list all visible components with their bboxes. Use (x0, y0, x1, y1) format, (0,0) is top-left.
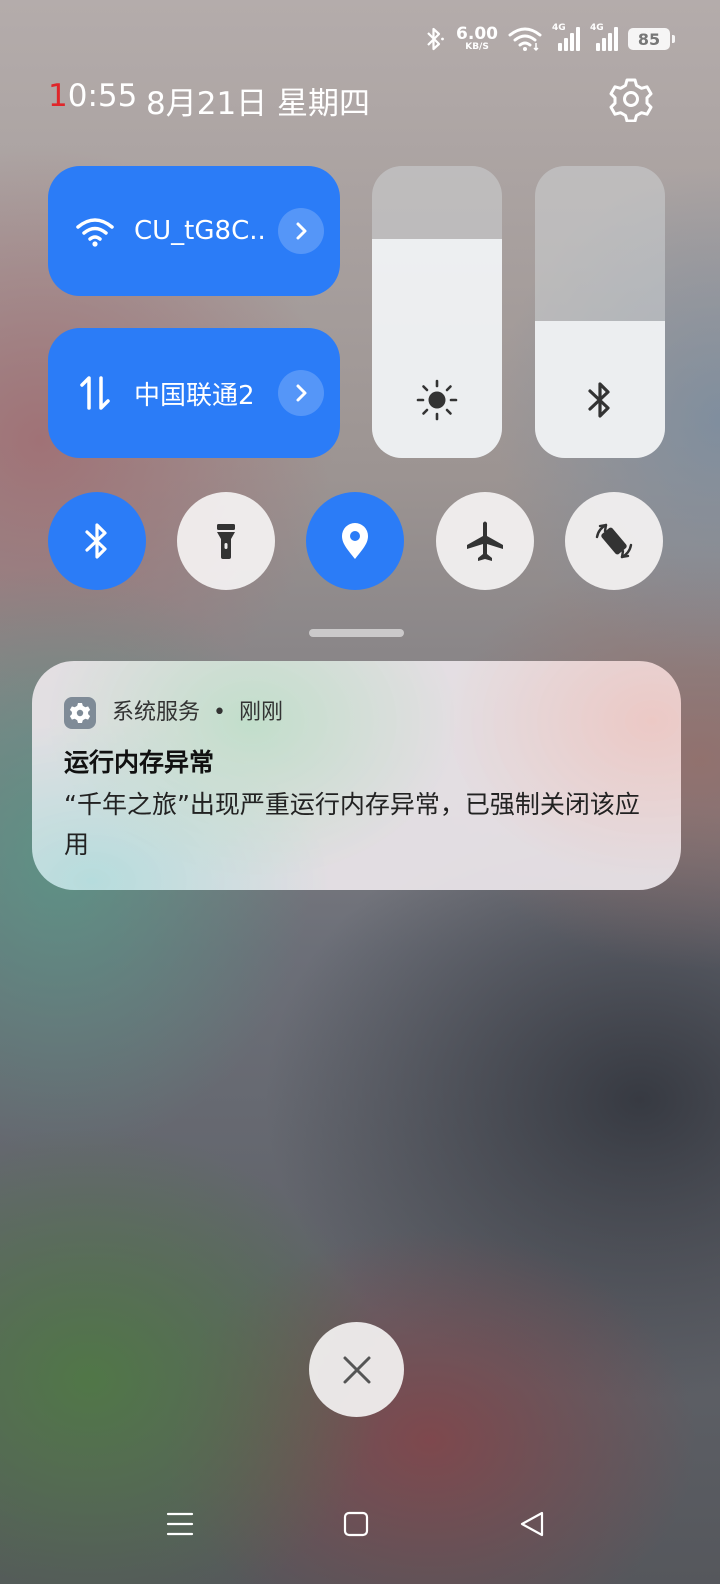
flashlight-icon (217, 524, 235, 559)
home-square-icon (343, 1511, 369, 1537)
airplane-icon (467, 521, 503, 561)
brightness-slider[interactable] (372, 166, 502, 458)
mobile-data-icon (80, 376, 110, 410)
chevron-right-icon (296, 384, 307, 402)
clock-first-digit: 1 (48, 78, 68, 114)
notification-separator: • (213, 700, 226, 725)
gear-icon (69, 703, 91, 723)
close-icon (343, 1356, 370, 1383)
brightness-slider-fill (372, 239, 502, 458)
nav-back-button[interactable] (510, 1502, 554, 1546)
bluetooth-toggle[interactable] (48, 492, 146, 590)
clear-notifications-button[interactable] (309, 1322, 404, 1417)
bluetooth-icon (85, 523, 107, 559)
location-pin-icon (342, 523, 368, 559)
rotate-icon (595, 523, 633, 559)
wifi-network-name: CU_tG8C.. (134, 216, 266, 246)
bluetooth-status-icon (427, 27, 444, 51)
notification-time: 刚刚 (239, 700, 284, 725)
network-speed-unit: KB/S (465, 42, 489, 52)
notification-body: “千年之旅”出现严重运行内存异常，已强制关闭该应用 (64, 790, 640, 859)
location-toggle[interactable] (306, 492, 404, 590)
bluetooth-icon (588, 382, 610, 418)
status-bar: 6.00 KB/S 4G 4G 85 (422, 22, 675, 56)
sim2-network-type: 4G (590, 23, 604, 33)
notification-meta: 系统服务 • 刚刚 (112, 697, 283, 729)
brightness-icon (416, 379, 458, 421)
mobile-carrier-name: 中国联通2 (134, 380, 255, 411)
settings-gear-icon[interactable] (608, 76, 654, 122)
signal-strength-sim2-icon: 4G (590, 23, 618, 51)
notification-title: 运行内存异常 (64, 748, 215, 777)
notification-card[interactable]: 系统服务 • 刚刚 运行内存异常 “千年之旅”出现严重运行内存异常，已强制关闭该… (32, 661, 681, 890)
wifi-icon (76, 218, 114, 247)
nav-menu-button[interactable] (158, 1502, 202, 1546)
network-speed: 6.00 KB/S (456, 26, 498, 52)
wifi-details-button[interactable] (278, 208, 324, 254)
wifi-tile[interactable]: CU_tG8C.. (48, 166, 340, 296)
system-service-app-icon (64, 697, 96, 729)
nav-home-button[interactable] (334, 1502, 378, 1546)
mobile-data-tile[interactable]: 中国联通2 (48, 328, 340, 458)
auto-rotate-toggle[interactable] (565, 492, 663, 590)
clock-rest: 0:55 (67, 78, 138, 114)
signal-strength-sim1-icon: 4G (552, 23, 580, 51)
menu-icon (166, 1512, 194, 1536)
chevron-right-icon (296, 222, 307, 240)
battery-indicator: 85 (628, 28, 675, 50)
notification-app-name: 系统服务 (112, 700, 201, 725)
date-label: 8月21日 星期四 (146, 86, 371, 122)
network-speed-value: 6.00 (456, 24, 498, 44)
mobile-data-details-button[interactable] (278, 370, 324, 416)
flashlight-toggle[interactable] (177, 492, 275, 590)
battery-level: 85 (637, 29, 661, 49)
clock: 10:55 (48, 78, 137, 114)
sim1-network-type: 4G (552, 23, 566, 33)
bluetooth-volume-slider[interactable] (535, 166, 665, 458)
back-triangle-icon (520, 1511, 544, 1537)
airplane-mode-toggle[interactable] (436, 492, 534, 590)
panel-drag-handle[interactable] (309, 629, 404, 637)
wifi-status-icon (508, 27, 542, 52)
